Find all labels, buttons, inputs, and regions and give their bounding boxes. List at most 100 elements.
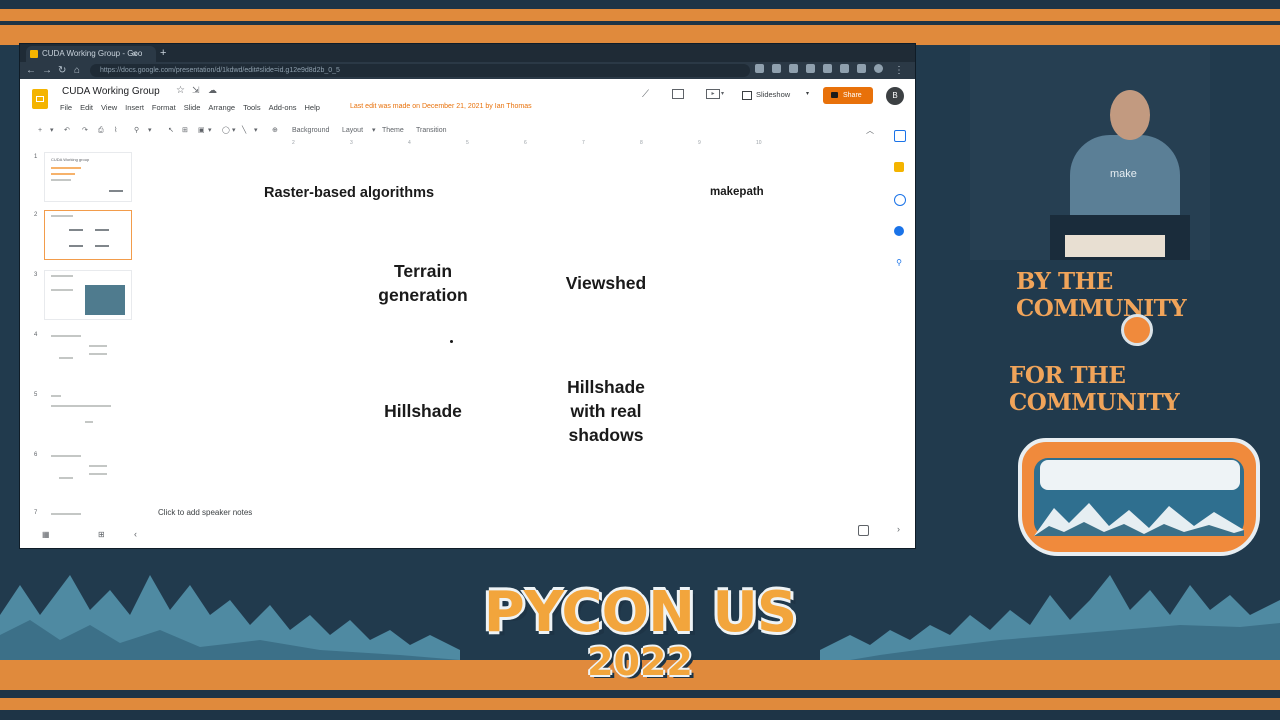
thumbnail-line — [51, 289, 73, 291]
speaker-head — [1110, 90, 1150, 140]
extension-icon[interactable] — [823, 64, 832, 73]
chevron-right-icon[interactable]: › — [897, 524, 900, 534]
activity-trend-icon[interactable]: ⟋ — [642, 89, 649, 100]
chevron-down-icon[interactable]: ▾ — [806, 90, 809, 97]
slide-thumbnail[interactable]: CUDA Working group — [44, 152, 132, 202]
url-field[interactable]: https://docs.google.com/presentation/d/1… — [90, 64, 750, 77]
slide-thumbnail[interactable] — [44, 270, 132, 320]
zoom-icon[interactable]: ⚲ — [134, 124, 139, 137]
redo-icon[interactable]: ↷ — [82, 124, 88, 137]
grid-view-icon[interactable]: ⊞ — [98, 530, 105, 539]
menu-add-ons[interactable]: Add-ons — [269, 103, 297, 112]
slide-thumbnail[interactable] — [44, 450, 132, 500]
extension-icon[interactable] — [755, 64, 764, 73]
slides-header: CUDA Working Group ☆ ⇲ ☁ File Edit View … — [20, 79, 915, 127]
text-box-icon[interactable]: ⊞ — [182, 124, 188, 137]
theme-button[interactable]: Theme — [382, 124, 404, 137]
undo-icon[interactable]: ↶ — [64, 124, 70, 137]
menu-dots-icon[interactable]: ⋮ — [894, 63, 904, 78]
slideshow-button[interactable]: Slideshow — [742, 88, 790, 102]
extension-icon[interactable] — [806, 64, 815, 73]
profile-icon[interactable] — [874, 64, 883, 73]
tab-close-icon[interactable]: × — [132, 46, 137, 62]
contacts-icon[interactable] — [894, 226, 904, 236]
extension-icon[interactable] — [840, 64, 849, 73]
menu-help[interactable]: Help — [305, 103, 320, 112]
slide-thumbnail[interactable] — [44, 508, 132, 532]
layout-button[interactable]: Layout — [342, 124, 363, 137]
menu-view[interactable]: View — [101, 103, 117, 112]
shape-icon[interactable]: ◯ — [222, 124, 230, 137]
tasks-icon[interactable] — [894, 194, 906, 206]
comment-add-icon[interactable]: ⊕ — [272, 124, 278, 137]
meet-present-icon[interactable]: ▸ — [706, 89, 720, 99]
chevron-down-icon[interactable]: ▾ — [372, 124, 376, 137]
calendar-icon[interactable] — [894, 130, 906, 142]
slide-canvas[interactable]: Raster-based algorithms makepath Terrain… — [152, 149, 872, 499]
slide-thumbnail[interactable] — [44, 390, 132, 440]
slide-thumbnail[interactable] — [44, 330, 132, 380]
line-icon[interactable]: ╲ — [242, 124, 246, 137]
keep-icon[interactable] — [894, 162, 904, 172]
chevron-down-icon[interactable]: ▾ — [254, 124, 258, 137]
filmstrip-view-icon[interactable]: ▦ — [42, 530, 50, 539]
back-icon[interactable]: ← — [26, 63, 36, 78]
new-tab-button[interactable]: + — [160, 46, 166, 60]
last-edit-link[interactable]: Last edit was made on December 21, 2021 … — [350, 103, 532, 110]
share-button[interactable]: Share — [823, 87, 873, 104]
terrain-generation-text[interactable]: Terrain generation — [338, 259, 508, 307]
extension-icon[interactable] — [857, 64, 866, 73]
chevron-down-icon[interactable]: ▾ — [208, 124, 212, 137]
makepath-logo[interactable]: makepath — [710, 186, 764, 198]
new-slide-icon[interactable]: + — [38, 124, 42, 137]
menu-arrange[interactable]: Arrange — [208, 103, 235, 112]
for-the-community-text: FOR THE COMMUNITY — [1009, 362, 1180, 416]
paint-format-icon[interactable]: ⌇ — [114, 124, 117, 137]
hillshade-shadows-text[interactable]: Hillshade with real shadows — [521, 375, 691, 447]
speaker-notes-field[interactable]: Click to add speaker notes — [158, 508, 252, 517]
slide-title[interactable]: Raster-based algorithms — [264, 185, 434, 201]
chevron-up-icon[interactable]: ︿ — [866, 125, 874, 136]
browser-tab[interactable]: CUDA Working Group - Goo × — [26, 46, 156, 62]
image-icon[interactable]: ▣ — [198, 124, 205, 137]
chevron-down-icon[interactable]: ▾ — [148, 124, 152, 137]
maps-icon[interactable]: ⚲ — [894, 258, 904, 268]
document-title[interactable]: CUDA Working Group — [62, 86, 160, 97]
forward-icon[interactable]: → — [42, 63, 52, 78]
select-cursor-icon[interactable]: ↖ — [168, 124, 174, 137]
bottom-stripe — [0, 690, 1280, 698]
viewshed-text[interactable]: Viewshed — [521, 271, 691, 295]
account-avatar[interactable]: B — [886, 87, 904, 105]
menu-slide[interactable]: Slide — [184, 103, 201, 112]
top-stripe — [0, 9, 1280, 21]
chevron-left-icon[interactable]: ‹ — [134, 529, 137, 539]
print-icon[interactable]: ⎙ — [98, 124, 104, 137]
chevron-down-icon[interactable]: ▾ — [721, 90, 724, 97]
transition-button[interactable]: Transition — [416, 124, 446, 137]
explore-icon[interactable] — [858, 525, 869, 536]
orange-dot — [1121, 314, 1153, 346]
slide-number: 3 — [34, 272, 38, 278]
cloud-status-icon[interactable]: ☁ — [208, 85, 217, 96]
chevron-down-icon[interactable]: ▾ — [50, 124, 54, 137]
hillshade-text[interactable]: Hillshade — [338, 399, 508, 423]
by-the-community-text: BY THE COMMUNITY — [1016, 268, 1187, 322]
move-folder-icon[interactable]: ⇲ — [192, 85, 200, 96]
extension-icon[interactable] — [789, 64, 798, 73]
menu-insert[interactable]: Insert — [125, 103, 144, 112]
logo-make: make — [710, 186, 740, 198]
thumbnail-line — [85, 421, 93, 423]
menu-edit[interactable]: Edit — [80, 103, 93, 112]
extension-icon[interactable] — [772, 64, 781, 73]
chevron-down-icon[interactable]: ▾ — [232, 124, 236, 137]
menu-tools[interactable]: Tools — [243, 103, 261, 112]
reload-icon[interactable]: ↻ — [58, 63, 66, 78]
background-button[interactable]: Background — [292, 124, 329, 137]
slides-logo-icon[interactable] — [32, 89, 48, 109]
star-icon[interactable]: ☆ — [176, 85, 185, 96]
comment-history-icon[interactable] — [672, 89, 684, 99]
ruler-tick: 10 — [756, 140, 762, 146]
menu-format[interactable]: Format — [152, 103, 176, 112]
menu-file[interactable]: File — [60, 103, 72, 112]
slide-thumbnail-selected[interactable] — [44, 210, 132, 260]
